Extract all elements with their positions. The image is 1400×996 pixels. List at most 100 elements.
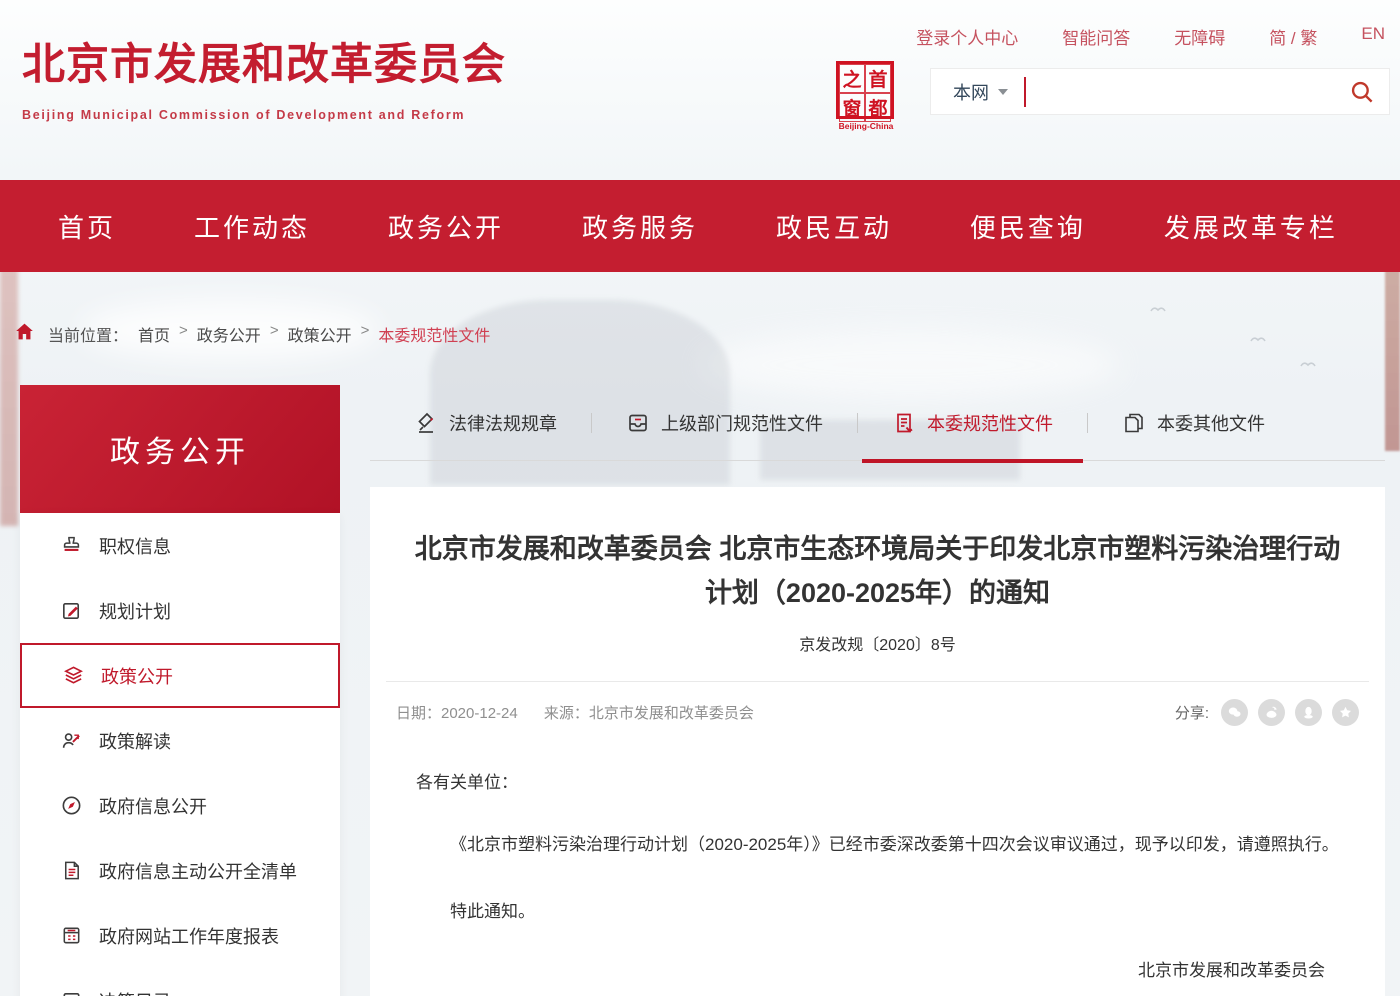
simplified-traditional-toggle[interactable]: 简 / 繁	[1269, 24, 1317, 49]
main-column: 法律法规规章 上级部门规范性文件	[370, 385, 1385, 996]
breadcrumb-separator: >	[361, 322, 370, 339]
sidebar-item-gov-info-disclosure[interactable]: 政府信息公开	[20, 773, 340, 838]
share-weibo-button[interactable]	[1258, 699, 1285, 726]
site-logo[interactable]: 北京市发展和改革委员会 Beijing Municipal Commission…	[22, 30, 506, 122]
sidebar-item-policy-interpretation[interactable]: 政策解读	[20, 708, 340, 773]
article-date: 日期：2020-12-24	[396, 705, 518, 722]
breadcrumb-home[interactable]: 首页	[138, 322, 170, 346]
article-notice: 特此通知。	[416, 897, 1339, 922]
tab-laws-regulations[interactable]: 法律法规规章	[384, 385, 587, 460]
sidebar-item-planning[interactable]: 规划计划	[20, 578, 340, 643]
site-header: 北京市发展和改革委员会 Beijing Municipal Commission…	[0, 0, 1400, 180]
sidebar-item-policy-disclosure[interactable]: 政策公开	[20, 643, 340, 708]
beijing-china-seal-logo[interactable]: 之 首 窗 都 Beijing-China	[836, 61, 896, 131]
seal-icon: 之 首 窗 都	[836, 61, 894, 119]
nav-item-public-interaction[interactable]: 政民互动	[776, 208, 892, 245]
weibo-icon	[1263, 704, 1280, 721]
sidebar-item-label: 政策解读	[99, 728, 171, 754]
seal-char: 之	[839, 64, 865, 93]
list-doc-icon	[60, 859, 83, 882]
background-band	[370, 461, 1385, 487]
sidebar-menu: 职权信息 规划计划 政策公开	[20, 513, 340, 996]
interpret-icon	[60, 729, 83, 752]
sidebar-item-label: 政府网站工作年度报表	[99, 923, 279, 949]
site-subtitle: Beijing Municipal Commission of Developm…	[22, 108, 506, 122]
search-button[interactable]	[1341, 72, 1381, 112]
sidebar-item-decision-catalog[interactable]: 决策目录	[20, 968, 340, 996]
edit-icon	[60, 599, 83, 622]
sidebar-item-label: 决策目录	[99, 988, 171, 996]
article-paragraph: 《北京市塑料污染治理行动计划（2020-2025年）》已经市委深改委第十四次会议…	[416, 819, 1339, 871]
search-scope-label: 本网	[953, 79, 989, 105]
article-panel: 北京市发展和改革委员会 北京市生态环境局关于印发北京市塑料污染治理行动计划（20…	[370, 487, 1385, 996]
tab-committee-normative-docs[interactable]: 本委规范性文件	[862, 385, 1083, 460]
sidebar: 政务公开 职权信息 规划计划	[20, 385, 340, 996]
search-bar: 本网	[930, 68, 1390, 115]
page: 北京市发展和改革委员会 Beijing Municipal Commission…	[0, 0, 1400, 996]
wechat-icon	[1226, 704, 1243, 721]
sidebar-title: 政务公开	[20, 385, 340, 513]
site-title: 北京市发展和改革委员会	[22, 30, 506, 92]
sidebar-item-label: 职权信息	[99, 533, 171, 559]
tab-superior-normative-docs[interactable]: 上级部门规范性文件	[596, 385, 853, 460]
sidebar-item-proactive-disclosure-list[interactable]: 政府信息主动公开全清单	[20, 838, 340, 903]
nav-item-home[interactable]: 首页	[58, 208, 116, 245]
doc-copy-icon	[1122, 411, 1146, 435]
article-source: 来源：北京市发展和改革委员会	[544, 705, 754, 722]
smart-qa-link[interactable]: 智能问答	[1062, 24, 1130, 49]
share-wechat-button[interactable]	[1221, 699, 1248, 726]
home-icon	[14, 321, 35, 342]
sidebar-item-label: 政府信息主动公开全清单	[99, 858, 297, 884]
breadcrumb: 当前位置： 首页 > 政务公开 > 政策公开 > 本委规范性文件	[0, 272, 1400, 385]
chevron-down-icon	[998, 89, 1008, 95]
report-icon	[60, 924, 83, 947]
share-bar: 分享:	[1175, 699, 1359, 726]
sidebar-item-label: 规划计划	[99, 598, 171, 624]
login-personal-center-link[interactable]: 登录个人中心	[916, 24, 1018, 49]
layers-icon	[62, 664, 85, 687]
seal-doc-icon	[414, 411, 438, 435]
english-link[interactable]: EN	[1361, 24, 1385, 49]
sidebar-item-authority-info[interactable]: 职权信息	[20, 513, 340, 578]
tab-committee-other-docs[interactable]: 本委其他文件	[1092, 385, 1295, 460]
share-qq-button[interactable]	[1295, 699, 1322, 726]
stamp-icon	[60, 534, 83, 557]
breadcrumb-gov-disclosure[interactable]: 政务公开	[197, 322, 261, 346]
breadcrumb-policy-disclosure[interactable]: 政策公开	[288, 322, 352, 346]
catalog-icon	[60, 989, 83, 996]
tab-label: 本委其他文件	[1157, 410, 1265, 436]
search-scope-dropdown[interactable]: 本网	[953, 79, 1008, 105]
sidebar-item-label: 政策公开	[101, 663, 173, 689]
document-number: 京发改规〔2020〕8号	[370, 631, 1385, 655]
share-favorite-button[interactable]	[1332, 699, 1359, 726]
article-body: 各有关单位： 《北京市塑料污染治理行动计划（2020-2025年）》已经市委深改…	[370, 726, 1385, 981]
tab-divider	[1087, 413, 1088, 433]
tab-label: 本委规范性文件	[927, 410, 1053, 436]
search-input[interactable]	[1026, 69, 1341, 114]
tab-label: 上级部门规范性文件	[661, 410, 823, 436]
article-title: 北京市发展和改革委员会 北京市生态环境局关于印发北京市塑料污染治理行动计划（20…	[403, 527, 1353, 615]
seal-caption: Beijing-China	[836, 121, 896, 131]
article-signature: 北京市发展和改革委员会	[416, 956, 1339, 981]
nav-item-work-dynamics[interactable]: 工作动态	[194, 208, 310, 245]
breadcrumb-current-normative-docs[interactable]: 本委规范性文件	[378, 322, 490, 346]
seal-char: 都	[865, 93, 891, 122]
sidebar-item-annual-website-report[interactable]: 政府网站工作年度报表	[20, 903, 340, 968]
nav-item-development-reform-column[interactable]: 发展改革专栏	[1164, 208, 1338, 245]
share-label: 分享:	[1175, 702, 1209, 723]
seal-char: 首	[865, 64, 891, 93]
accessibility-link[interactable]: 无障碍	[1174, 24, 1225, 49]
search-icon	[1348, 78, 1375, 105]
nav-item-gov-affairs-disclosure[interactable]: 政务公开	[388, 208, 504, 245]
top-utility-links: 登录个人中心 智能问答 无障碍 简 / 繁 EN	[916, 24, 1385, 49]
seal-char: 窗	[839, 93, 865, 122]
main-navigation: 首页 工作动态 政务公开 政务服务 政民互动 便民查询 发展改革专栏	[0, 180, 1400, 272]
document-type-tabs: 法律法规规章 上级部门规范性文件	[370, 385, 1385, 461]
breadcrumb-separator: >	[179, 322, 188, 339]
qq-icon	[1300, 704, 1317, 721]
breadcrumb-label: 当前位置：	[48, 322, 128, 346]
nav-item-gov-services[interactable]: 政务服务	[582, 208, 698, 245]
article-meta: 日期：2020-12-24 来源：北京市发展和改革委员会 分享:	[370, 682, 1385, 726]
nav-item-convenient-inquiry[interactable]: 便民查询	[970, 208, 1086, 245]
sidebar-item-label: 政府信息公开	[99, 793, 207, 819]
